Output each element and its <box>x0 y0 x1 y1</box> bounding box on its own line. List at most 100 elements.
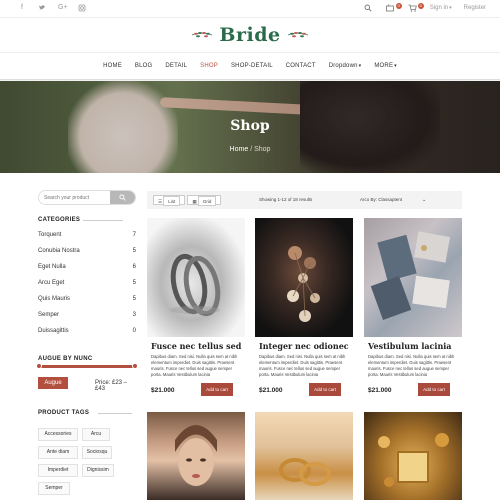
breadcrumb-home[interactable]: Home <box>230 146 249 153</box>
sign-in-link[interactable]: Sign in▾ <box>430 5 452 11</box>
logo-text: Bride <box>219 24 281 46</box>
google-plus-icon[interactable]: G+ <box>58 4 68 12</box>
product-name[interactable]: Vestibulum lacinia <box>368 341 452 351</box>
product-image-invitations[interactable] <box>364 218 462 337</box>
product-card <box>364 412 462 500</box>
shop-toolbar: ☰ List ▦ Grid Showing 1-12 of 18 results… <box>147 191 462 209</box>
twitter-icon[interactable] <box>38 4 46 12</box>
category-name: Quis Mauris <box>38 296 71 302</box>
product-image-gold-jewelry[interactable] <box>364 412 462 500</box>
nav-home[interactable]: HOME <box>103 63 122 69</box>
nav-shop[interactable]: SHOP <box>200 63 218 69</box>
sort-select-value: Arco By: Classaptent <box>360 197 403 202</box>
nav-contact[interactable]: CONTACT <box>286 63 316 69</box>
add-to-cart-button[interactable]: Add to cart <box>309 383 341 396</box>
product-card: Vestibulum lacinia Dapibus diam. Sed nis… <box>364 218 462 408</box>
search-input[interactable] <box>39 191 111 204</box>
category-item[interactable]: Duissagittis 0 <box>38 328 136 338</box>
category-item[interactable]: Quis Mauris 5 <box>38 296 136 306</box>
tag-item[interactable]: Accessories <box>38 428 78 441</box>
product-image-wedding-rings[interactable] <box>255 412 353 500</box>
category-count: 6 <box>132 264 136 270</box>
nav-more[interactable]: MORE▾ <box>374 63 397 69</box>
list-view-label: List <box>163 196 181 206</box>
cart-count-badge: 0 <box>417 3 424 9</box>
product-price: $21.000 <box>259 387 283 394</box>
nav-dropdown-label: Dropdown <box>328 63 358 69</box>
product-card <box>147 412 245 500</box>
category-item[interactable]: Semper 3 <box>38 312 136 322</box>
price-filter-button[interactable]: Augue <box>38 377 68 389</box>
tag-item[interactable]: Sociosqu <box>82 446 112 459</box>
product-price: $21.000 <box>368 387 392 394</box>
add-to-cart-button[interactable]: Add to cart <box>201 383 233 396</box>
breadcrumb: Home / Shop <box>0 146 500 153</box>
product-price: $21.000 <box>151 387 175 394</box>
tags-divider <box>98 413 132 414</box>
search-button[interactable] <box>110 191 135 204</box>
logo[interactable]: Bride <box>0 18 500 52</box>
chevron-down-icon: ▾ <box>449 5 452 11</box>
product-card: Integer nec odionec Dapibus diam. Sed ni… <box>255 218 353 408</box>
product-image-ring[interactable] <box>147 218 245 337</box>
product-card: Fusce nec tellus sed Dapibus diam. Sed n… <box>147 218 245 408</box>
price-filter-title: AUGUE BY NUNC <box>38 356 93 362</box>
category-count: 5 <box>132 280 136 286</box>
add-to-cart-button[interactable]: Add to cart <box>418 383 450 396</box>
category-name: Conubia Nostra <box>38 248 80 254</box>
nav-detail[interactable]: DETAIL <box>165 63 187 69</box>
price-slider-min-handle[interactable] <box>36 363 42 369</box>
nav-blog[interactable]: BLOG <box>135 63 152 69</box>
category-item[interactable]: Torquent 7 <box>38 232 136 242</box>
register-link[interactable]: Register <box>464 5 486 11</box>
facebook-icon[interactable]: f <box>18 4 26 12</box>
category-name: Arcu Eget <box>38 280 65 286</box>
category-item[interactable]: Eget Nulla 6 <box>38 264 136 274</box>
tag-item[interactable]: Ante diam <box>38 446 78 459</box>
category-count: 0 <box>132 328 136 334</box>
sort-select[interactable]: Arco By: Classaptent ⌄ <box>360 197 426 203</box>
nav-dropdown[interactable]: Dropdown▾ <box>329 63 362 69</box>
left-laurel-icon <box>192 32 213 38</box>
product-description: Dapibus diam. Sed nisi. Nulla quis sem a… <box>259 354 346 377</box>
breadcrumb-current: Shop <box>254 146 271 153</box>
tag-item[interactable]: Semper <box>38 482 70 495</box>
category-count: 5 <box>132 296 136 302</box>
category-item[interactable]: Conubia Nostra 5 <box>38 248 136 258</box>
search-icon[interactable] <box>364 4 374 12</box>
category-name: Duissagittis <box>38 328 69 334</box>
social-links: f G+ <box>18 4 86 12</box>
grid-view-button[interactable]: ▦ Grid <box>187 195 222 206</box>
grid-view-label: Grid <box>197 196 217 206</box>
instagram-icon[interactable] <box>78 4 86 12</box>
product-card <box>255 412 353 500</box>
tag-item[interactable]: Dignissim <box>82 464 114 477</box>
product-image-bride-portrait[interactable] <box>147 412 245 500</box>
category-count: 7 <box>132 232 136 238</box>
tag-item[interactable]: Imperdiet <box>38 464 78 477</box>
categories-divider <box>83 220 123 221</box>
price-range-text: Price: £23 – £43 <box>95 380 128 392</box>
tag-item[interactable]: Arcu <box>82 428 110 441</box>
product-name[interactable]: Fusce nec tellus sed <box>151 341 241 351</box>
search-icon <box>119 194 126 201</box>
cart-icon[interactable]: 0 <box>408 3 424 12</box>
top-bar: f G+ 0 0 Sign in▾ Register <box>0 0 500 18</box>
category-item[interactable]: Arcu Eget 5 <box>38 280 136 290</box>
category-name: Torquent <box>38 232 62 238</box>
product-image-earrings[interactable] <box>255 218 353 337</box>
nav-shop-detail[interactable]: SHOP-DETAIL <box>231 63 273 69</box>
category-count: 5 <box>132 248 136 254</box>
categories-title: CATEGORIES <box>38 217 81 223</box>
compare-icon[interactable]: 0 <box>385 3 402 12</box>
price-slider-max-handle[interactable] <box>132 363 138 369</box>
right-laurel-icon <box>287 32 308 38</box>
chevron-down-icon: ▾ <box>358 63 362 69</box>
list-view-button[interactable]: ☰ List <box>153 195 186 206</box>
chevron-down-icon: ▾ <box>394 63 397 69</box>
results-count: Showing 1-12 of 18 results <box>259 197 313 202</box>
nav-more-label: MORE <box>374 63 394 69</box>
product-name[interactable]: Integer nec odionec <box>259 341 349 351</box>
product-tags-title: PRODUCT TAGS <box>38 410 90 416</box>
price-slider[interactable] <box>36 363 138 369</box>
